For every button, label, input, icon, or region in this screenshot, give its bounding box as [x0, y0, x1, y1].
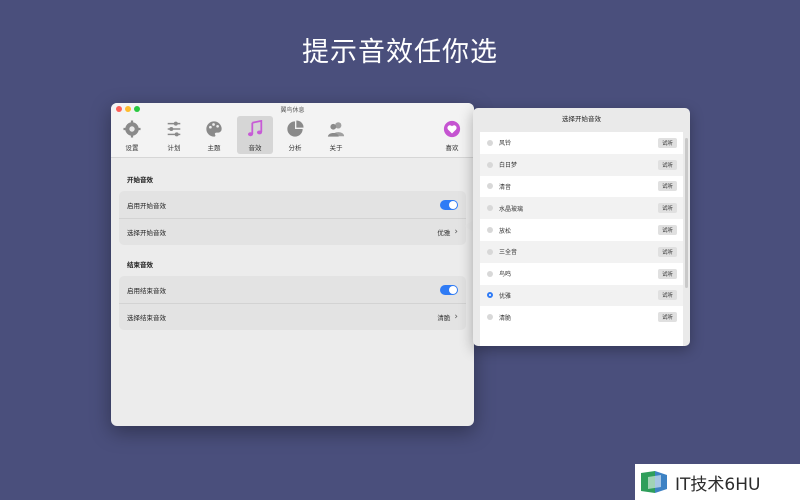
radio-button[interactable]	[487, 227, 493, 234]
end-sound-heading: 结束音效	[127, 261, 153, 269]
sound-name: 放松	[499, 227, 512, 235]
sound-item[interactable]: 水晶玻璃 试听	[480, 197, 683, 220]
watermark-logo-icon	[641, 471, 667, 493]
pie-chart-icon	[287, 120, 304, 137]
enable-start-sound-row: 启用开始音效	[119, 191, 466, 218]
titlebar: 翼鸟休息 设置 计划 主题 音效 分析 关于 喜欢	[111, 103, 474, 158]
sound-name: 风铃	[499, 140, 512, 148]
radio-button[interactable]	[487, 183, 493, 190]
tab-about[interactable]: 关于	[318, 116, 354, 154]
select-end-sound-label: 选择结束音效	[127, 314, 166, 322]
select-start-sound-label: 选择开始音效	[127, 229, 166, 237]
select-start-sound-row[interactable]: 选择开始音效 优雅 ›	[119, 218, 466, 245]
preview-button[interactable]: 试听	[657, 181, 677, 192]
watermark: IT技术6HU	[635, 464, 800, 500]
heart-badge-icon	[443, 120, 461, 138]
select-end-sound-row[interactable]: 选择结束音效 清脆 ›	[119, 303, 466, 330]
tab-analysis-label: 分析	[288, 144, 302, 152]
start-sound-group: 启用开始音效 选择开始音效 优雅 ›	[119, 191, 466, 245]
enable-start-sound-label: 启用开始音效	[127, 201, 166, 210]
start-sound-value: 优雅	[437, 229, 451, 237]
sound-name: 水晶玻璃	[499, 205, 524, 213]
tab-schedule[interactable]: 计划	[156, 116, 192, 154]
tab-schedule-label: 计划	[167, 144, 181, 152]
radio-button-selected[interactable]	[487, 292, 493, 299]
popover-arrow	[465, 220, 473, 232]
watermark-text: IT技术6HU	[675, 474, 761, 495]
start-sound-heading: 开始音效	[127, 176, 153, 184]
preview-button[interactable]: 试听	[657, 246, 677, 257]
preview-button[interactable]: 试听	[657, 268, 677, 279]
end-sound-group: 启用结束音效 选择结束音效 清脆 ›	[119, 276, 466, 330]
sound-name: 白日梦	[499, 162, 518, 170]
sound-name: 清脆	[499, 314, 512, 322]
tab-theme[interactable]: 主题	[196, 116, 232, 154]
tab-like[interactable]: 喜欢	[434, 116, 470, 154]
sound-item[interactable]: 鸟鸣 试听	[480, 263, 683, 285]
preview-button[interactable]: 试听	[657, 159, 677, 170]
sound-name: 清音	[499, 183, 512, 191]
tab-settings-label: 设置	[125, 144, 139, 152]
sound-item[interactable]: 白日梦 试听	[480, 153, 683, 176]
chevron-right-icon[interactable]: ›	[454, 312, 458, 322]
headline: 提示音效任你选	[302, 37, 498, 68]
popover-title: 选择开始音效	[562, 115, 601, 123]
window-title: 翼鸟休息	[280, 107, 305, 114]
end-sound-value: 清脆	[437, 314, 451, 322]
preview-button[interactable]: 试听	[657, 137, 677, 148]
radio-button[interactable]	[487, 270, 493, 277]
sound-name: 优雅	[499, 292, 512, 300]
radio-button[interactable]	[487, 161, 493, 168]
sound-item[interactable]: 风铃 试听	[480, 132, 683, 154]
tab-settings[interactable]: 设置	[114, 116, 150, 154]
tab-about-label: 关于	[329, 144, 343, 152]
preview-button[interactable]: 试听	[657, 290, 677, 301]
tab-like-label: 喜欢	[445, 144, 459, 152]
main-window: 翼鸟休息 设置 计划 主题 音效 分析 关于 喜欢 开始音效 启用开始音效 选择…	[111, 103, 474, 426]
sliders-icon	[167, 121, 181, 137]
radio-button[interactable]	[487, 205, 493, 212]
sound-list: 风铃 试听 白日梦 试听 清音 试听 水晶玻璃 试听 放松 试听 三全音 试听 鸟鸣 试听 优…	[480, 132, 683, 346]
gear-icon	[123, 120, 141, 138]
settings-content: 开始音效 启用开始音效 选择开始音效 优雅 › 结束音效 启用结束音效 选择结束…	[111, 174, 474, 330]
enable-end-sound-toggle[interactable]	[440, 284, 458, 295]
radio-button[interactable]	[487, 139, 493, 146]
chevron-right-icon[interactable]: ›	[454, 227, 458, 237]
preview-button[interactable]: 试听	[657, 203, 677, 214]
preview-button[interactable]: 试听	[657, 225, 677, 236]
preview-button[interactable]: 试听	[657, 312, 677, 323]
tab-sound-label: 音效	[248, 144, 262, 152]
sound-name: 鸟鸣	[499, 271, 512, 279]
enable-start-sound-toggle[interactable]	[440, 199, 458, 210]
sound-item[interactable]: 放松 试听	[480, 219, 683, 241]
enable-end-sound-label: 启用结束音效	[127, 286, 166, 295]
sound-item[interactable]: 三全音 试听	[480, 240, 683, 263]
enable-end-sound-row: 启用结束音效	[119, 276, 466, 303]
sound-item[interactable]: 清音 试听	[480, 176, 683, 198]
radio-button[interactable]	[487, 314, 493, 321]
tab-theme-label: 主题	[207, 144, 221, 152]
sound-picker-popover: 选择开始音效 风铃 试听 白日梦 试听 清音 试听 水晶玻璃 试听 放松 试听 三全音 试听…	[473, 108, 690, 346]
sound-name: 三全音	[499, 249, 518, 257]
tab-sound[interactable]: 音效	[237, 116, 273, 154]
radio-button[interactable]	[487, 248, 493, 255]
palette-icon	[206, 121, 222, 137]
people-icon	[327, 122, 345, 137]
sound-item[interactable]: 清脆 试听	[480, 306, 683, 328]
tab-analysis[interactable]: 分析	[277, 116, 313, 154]
popover-scrollbar[interactable]	[685, 138, 688, 288]
sound-item-selected[interactable]: 优雅 试听	[480, 284, 683, 307]
music-note-icon	[247, 120, 263, 137]
